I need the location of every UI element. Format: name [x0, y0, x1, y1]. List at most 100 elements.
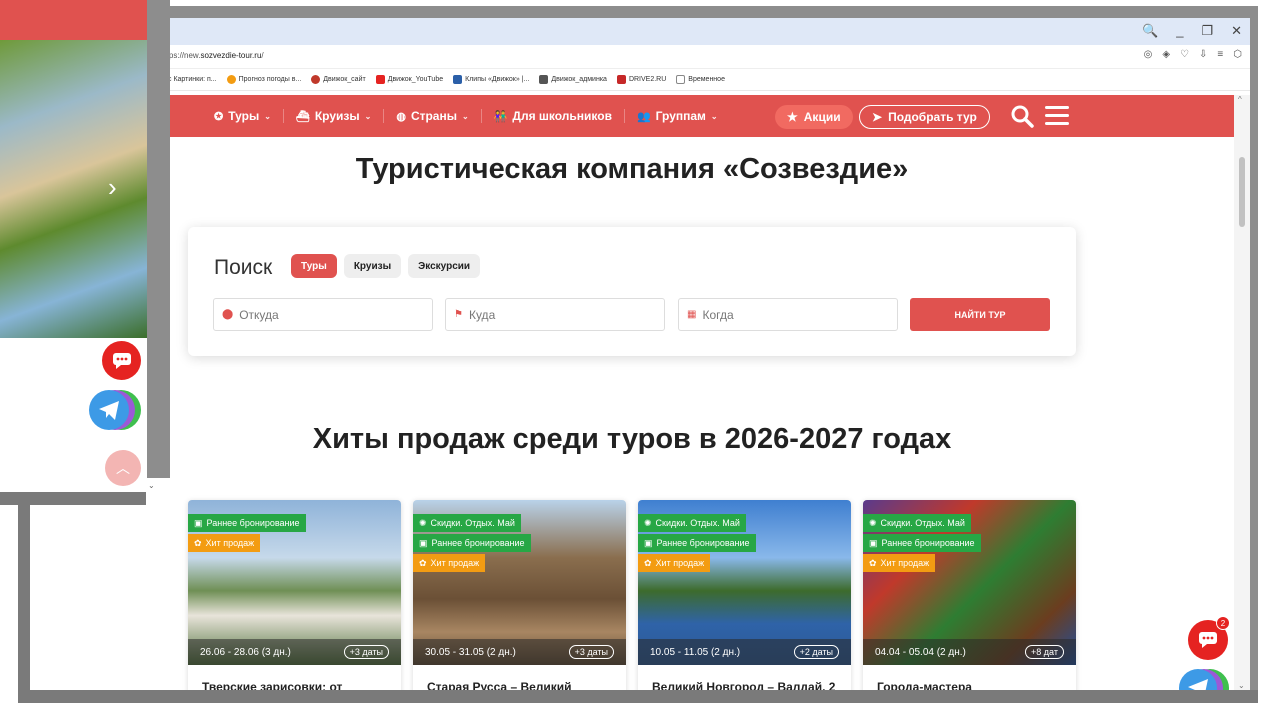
find-tour-button[interactable]: НАЙТИ ТУР [910, 298, 1050, 331]
card-dates-bar: 10.05 - 11.05 (2 дн.) +2 даты [638, 639, 851, 665]
telegram-icon[interactable] [88, 389, 142, 431]
scroll-down-icon[interactable]: ⌄ [148, 481, 155, 490]
bookmark-item[interactable]: Движок_сайт [311, 75, 366, 84]
percent-icon: ✺ [644, 517, 652, 528]
percent-icon: ✺ [869, 517, 877, 528]
calendar-icon: ▣ [869, 537, 878, 548]
tab-cruises[interactable]: Круизы [343, 254, 402, 278]
address-bar-icons: ◎ ◈ ♡ ⇩ ≡ ⬡ [1144, 49, 1242, 60]
early-booking-badge: ▣ Раннее бронирование [638, 534, 756, 552]
website-viewport: ✪ Туры ⌄ ⛴ Круизы ⌄ ◍ Страны ⌄ 👫 Для школьников… [150, 95, 1234, 690]
search-label: Поиск [214, 256, 273, 279]
chevron-down-icon: ⌄ [710, 111, 718, 121]
hits-section-title: Хиты продаж среди туров в 2026-2027 года… [312, 423, 952, 455]
url-text[interactable]: https://new.sozvezdie-tour.ru/ [160, 51, 264, 60]
tour-card[interactable]: ✺ Скидки. Отдых. Май ▣ Раннее бронирование… [638, 500, 851, 690]
tour-title[interactable]: Тверские зарисовки: от [188, 665, 401, 690]
nav-item-cruises[interactable]: ⛴ Круизы ⌄ [284, 109, 385, 123]
tour-title[interactable]: Города-мастера [863, 665, 1076, 690]
address-bar[interactable]: https://new.sozvezdie-tour.ru/ ◎ ◈ ♡ ⇩ ≡… [150, 45, 1250, 69]
drive2-icon [616, 75, 626, 84]
from-field[interactable]: ⬤ Откуда [213, 298, 433, 331]
telegram-icon[interactable] [1178, 668, 1230, 690]
vk-icon [453, 75, 463, 84]
chevron-down-icon: ⌄ [264, 111, 271, 121]
bookmark-item[interactable]: Временное [676, 75, 725, 84]
page-scrollbar[interactable]: ^ ⌄ [1234, 95, 1250, 690]
overlay-chat-button[interactable] [102, 341, 141, 380]
hamburger-menu-icon[interactable] [1045, 106, 1069, 126]
browser-window: + 🔍 _ ❐ ✕ https://new.sozvezdie-tour.ru/… [150, 18, 1250, 690]
when-field[interactable]: ▦ Когда [678, 298, 898, 331]
bookmark-item[interactable]: Прогноз погоды в... [226, 75, 301, 84]
award-icon: ✿ [869, 557, 877, 568]
badges: ✺ Скидки. Отдых. Май ▣ Раннее бронирование… [413, 514, 531, 572]
maximize-button[interactable]: ❐ [1201, 23, 1213, 39]
ship-icon: ⛴ [295, 110, 310, 123]
card-dates-bar: 30.05 - 31.05 (2 дн.) +3 даты [413, 639, 626, 665]
send-icon: ➤ [872, 110, 883, 124]
tour-title[interactable]: Великий Новгород – Валдай, 2 [638, 665, 851, 690]
more-dates-badge[interactable]: +2 даты [793, 645, 839, 659]
extension-icon[interactable]: ⬡ [1233, 49, 1242, 60]
children-icon: 👫 [493, 110, 508, 123]
to-field[interactable]: ⚑ Куда [445, 298, 665, 331]
more-dates-badge[interactable]: +8 дат [1025, 645, 1064, 659]
shield-icon[interactable]: ◈ [1162, 49, 1170, 60]
scrollbar-thumb[interactable] [1239, 157, 1245, 227]
calendar-icon: ▦ [687, 309, 697, 320]
nav-item-groups[interactable]: 👥 Группам ⌄ [625, 109, 730, 123]
search-tabs-icon[interactable]: 🔍 [1142, 23, 1158, 39]
chevron-right-icon[interactable]: › [108, 172, 117, 203]
tour-cards: ▣ Раннее бронирование ✿ Хит продаж 26.06 -… [188, 500, 1076, 690]
scroll-up-icon[interactable]: ^ [1238, 95, 1242, 104]
unread-count-badge: 2 [1216, 616, 1230, 630]
nav-item-tours[interactable]: ✪ Туры ⌄ [202, 109, 284, 123]
discount-badge: ✺ Скидки. Отдых. Май [638, 514, 746, 532]
frame-border-right [1250, 6, 1258, 696]
more-dates-badge[interactable]: +3 даты [568, 645, 614, 659]
document-icon [539, 75, 549, 84]
calendar-icon: ▣ [194, 517, 203, 528]
menu-icon[interactable]: ≡ [1217, 49, 1223, 60]
tab-excursions[interactable]: Экскурсии [408, 254, 481, 278]
close-button[interactable]: ✕ [1231, 23, 1242, 39]
chat-button[interactable]: 2 [1188, 616, 1230, 660]
frame-border-left [18, 500, 30, 700]
chevron-down-icon: ⌄ [461, 111, 469, 121]
scroll-to-top-button[interactable]: ︿ [105, 450, 141, 486]
percent-icon: ✺ [419, 517, 427, 528]
bestseller-badge: ✿ Хит продаж [188, 534, 261, 552]
promo-button[interactable]: ★ Акции [775, 105, 853, 129]
discount-badge: ✺ Скидки. Отдых. Май [413, 514, 521, 532]
search-icon[interactable] [1010, 104, 1034, 128]
overlay-border-right [147, 0, 170, 478]
weather-icon [226, 75, 236, 84]
more-dates-badge[interactable]: +3 даты [343, 645, 389, 659]
bookmark-item[interactable]: Движок_админка [539, 75, 607, 84]
nav-item-schoolchildren[interactable]: 👫 Для школьников [482, 109, 625, 123]
pick-tour-button[interactable]: ➤ Подобрать тур [859, 105, 990, 129]
bookmark-item[interactable]: Движок_YouTube [375, 75, 443, 84]
chat-icon [1199, 632, 1217, 648]
minimize-button[interactable]: _ [1176, 23, 1183, 39]
nav-item-countries[interactable]: ◍ Страны ⌄ [384, 109, 482, 123]
bookmark-item[interactable]: Клипы «Движок» |... [453, 75, 529, 84]
camera-icon[interactable]: ◎ [1144, 49, 1153, 60]
chat-icon [112, 352, 131, 369]
tour-title[interactable]: Старая Русса – Великий [413, 665, 626, 690]
location-pin-icon: ⬤ [222, 309, 234, 320]
scroll-down-icon[interactable]: ⌄ [1238, 681, 1245, 690]
folder-icon [676, 75, 686, 84]
tour-card[interactable]: ✺ Скидки. Отдых. Май ▣ Раннее бронирование… [413, 500, 626, 690]
tour-card[interactable]: ▣ Раннее бронирование ✿ Хит продаж 26.06 -… [188, 500, 401, 690]
award-icon: ✿ [419, 557, 427, 568]
tab-tours[interactable]: Туры [291, 254, 337, 278]
card-dates-bar: 26.06 - 28.06 (3 дн.) +3 даты [188, 639, 401, 665]
tour-card[interactable]: ✺ Скидки. Отдых. Май ▣ Раннее бронирование… [863, 500, 1076, 690]
heart-icon[interactable]: ♡ [1180, 49, 1189, 60]
download-icon[interactable]: ⇩ [1199, 49, 1207, 60]
bookmarks-bar: с Картинки: п... Прогноз погоды в... Дви… [150, 69, 1250, 91]
bookmark-item[interactable]: DRIVE2.RU [616, 75, 666, 84]
main-navbar: ✪ Туры ⌄ ⛴ Круизы ⌄ ◍ Страны ⌄ 👫 Для школьников… [150, 95, 1234, 137]
